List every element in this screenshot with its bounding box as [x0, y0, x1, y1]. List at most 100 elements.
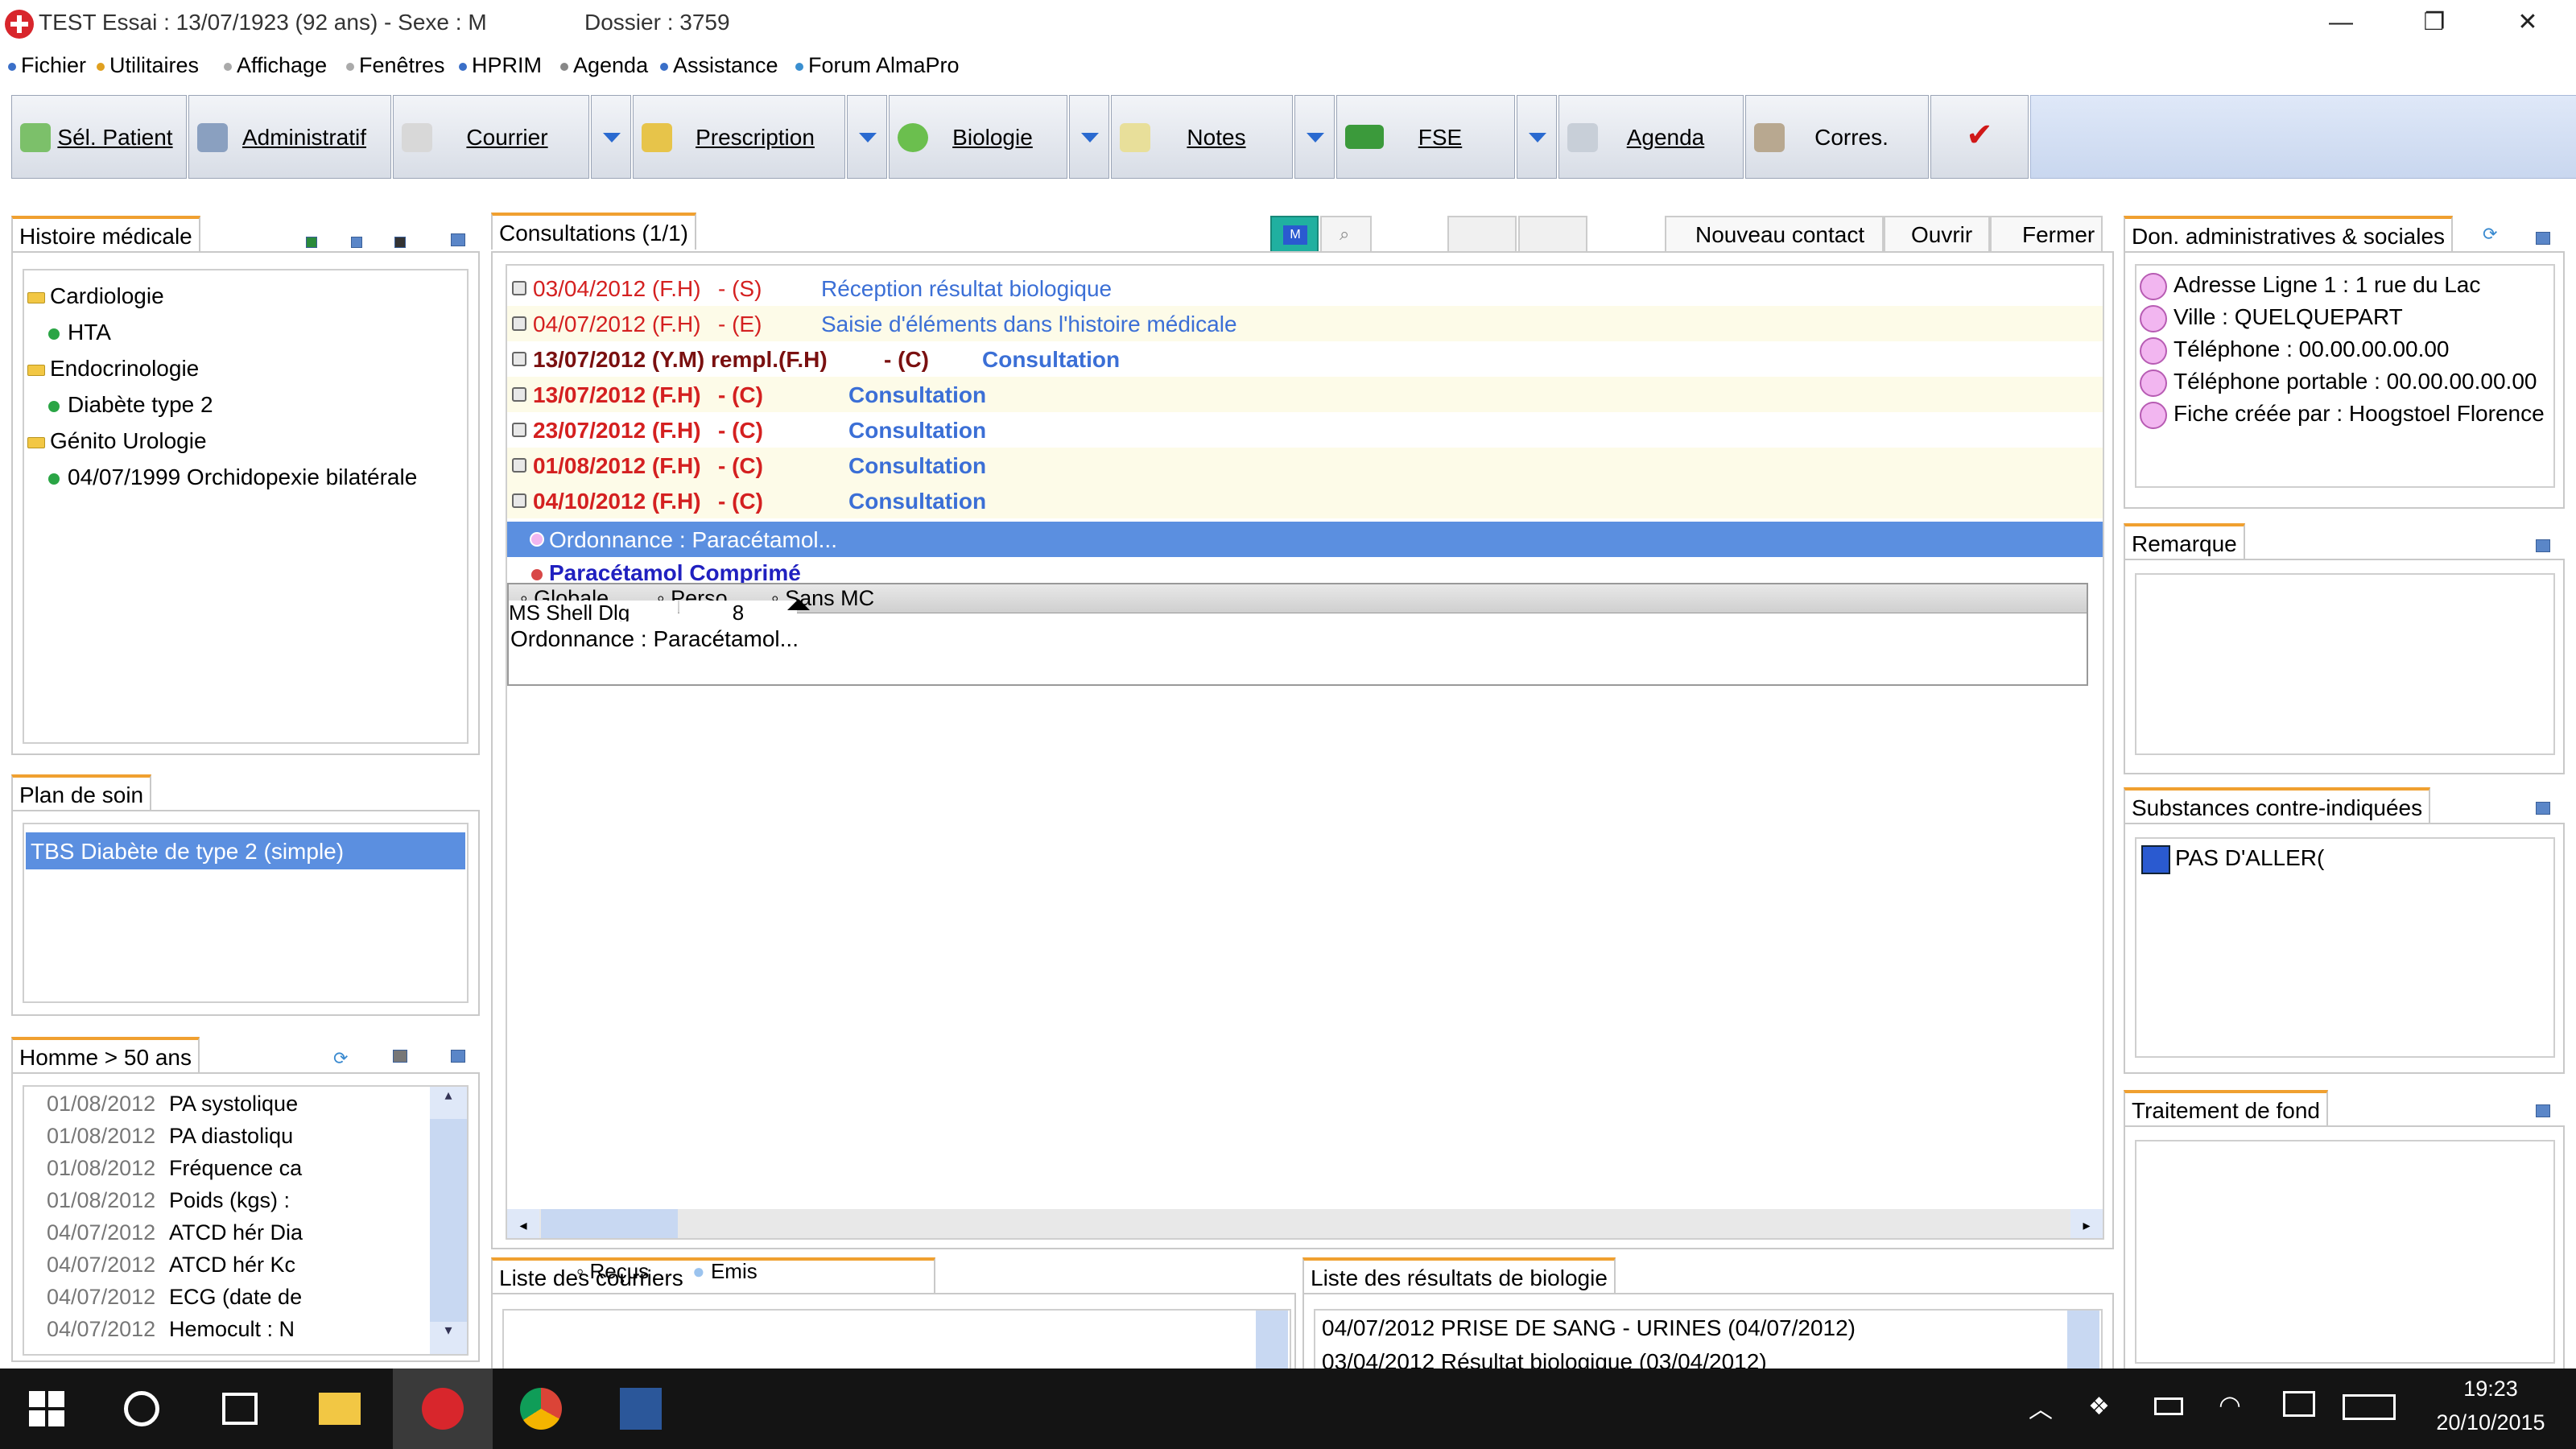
fse-dropdown[interactable]: [1517, 95, 1557, 179]
close-button[interactable]: ✕: [2481, 0, 2574, 47]
list-icon[interactable]: [394, 237, 406, 248]
clock-time[interactable]: 19:23: [2426, 1377, 2555, 1402]
file-explorer-icon[interactable]: [319, 1393, 361, 1425]
fse-button[interactable]: FSE: [1336, 95, 1515, 179]
font-size-field[interactable]: 8: [679, 601, 797, 621]
ouvrir-button[interactable]: Ouvrir: [1884, 216, 1990, 254]
tree-node-cardiologie[interactable]: Cardiologie: [27, 283, 164, 309]
word-icon[interactable]: [620, 1388, 662, 1430]
tab-donnees-administratives[interactable]: Don. administratives & sociales: [2124, 216, 2454, 253]
prev-button[interactable]: [1447, 216, 1517, 254]
paracetamol-item[interactable]: Paracétamol Comprimé: [531, 560, 801, 584]
menu-utilitaires[interactable]: Utilitaires: [97, 53, 199, 78]
table-row[interactable]: 01/08/2012 Fréquence ca: [24, 1151, 467, 1183]
maximize-button[interactable]: ❐: [2388, 0, 2481, 47]
panel-menu-icon[interactable]: [2536, 539, 2550, 552]
panel-menu-icon[interactable]: [451, 233, 465, 246]
menu-hprim[interactable]: HPRIM: [459, 53, 542, 78]
refresh-icon[interactable]: ⟳: [333, 1048, 353, 1068]
task-view-icon[interactable]: [222, 1393, 258, 1425]
table-row[interactable]: 04/07/2012 Hemocult : N: [24, 1312, 467, 1344]
table-row[interactable]: 01/08/2012 Poids (kgs) :: [24, 1183, 467, 1216]
ordonnance-row-selected[interactable]: Ordonnance : Paracétamol...: [507, 522, 2103, 557]
add-icon[interactable]: [306, 237, 317, 248]
tab-plan-de-soin[interactable]: Plan de soin: [11, 774, 152, 811]
administratif-button[interactable]: Administratif: [188, 95, 391, 179]
scroll-down-icon[interactable]: ▾: [430, 1322, 467, 1354]
agenda-button[interactable]: Agenda: [1558, 95, 1744, 179]
tab-remarque[interactable]: Remarque: [2124, 523, 2245, 560]
tree-leaf-hta[interactable]: HTA: [48, 320, 111, 345]
tab-histoire-medicale[interactable]: Histoire médicale: [11, 216, 200, 253]
radio-emis[interactable]: ● Emis: [692, 1259, 758, 1284]
vertical-scrollbar[interactable]: ▴ ▾: [430, 1087, 467, 1354]
dropbox-icon[interactable]: ❖: [2088, 1393, 2110, 1421]
refresh-icon[interactable]: ⟳: [2483, 224, 2502, 244]
next-button[interactable]: [1518, 216, 1587, 254]
m-toggle-button[interactable]: M: [1270, 216, 1319, 254]
chevron-up-icon[interactable]: ︿: [2029, 1389, 2053, 1425]
plan-item-selected[interactable]: TBS Diabète de type 2 (simple): [26, 832, 465, 869]
list-item[interactable]: 04/07/2012 PRISE DE SANG - URINES (04/07…: [1322, 1315, 1856, 1341]
tab-consultations[interactable]: Consultations (1/1): [491, 213, 697, 250]
consultation-row[interactable]: 13/07/2012 (Y.M) rempl.(F.H) - (C) Consu…: [507, 341, 2103, 377]
consultation-row[interactable]: 01/08/2012 (F.H) - (C) Consultation: [507, 448, 2103, 483]
tree-node-endocrinologie[interactable]: Endocrinologie: [27, 356, 199, 382]
radio-recus[interactable]: ◦ Reçus: [576, 1259, 649, 1284]
panel-menu-icon[interactable]: [2536, 802, 2550, 815]
keyboard-icon[interactable]: [2343, 1394, 2396, 1420]
scroll-up-icon[interactable]: ▴: [430, 1087, 467, 1119]
vertical-scrollbar[interactable]: [1256, 1311, 1288, 1372]
clock-date[interactable]: 20/10/2015: [2426, 1410, 2555, 1435]
help-icon[interactable]: [351, 237, 362, 248]
list-item[interactable]: 03/04/2012 Résultat biologique (03/04/20…: [1322, 1349, 1767, 1370]
validate-button[interactable]: ✔: [1930, 95, 2029, 179]
scroll-right-icon[interactable]: ▸: [2070, 1209, 2103, 1238]
tab-homme-50[interactable]: Homme > 50 ans: [11, 1037, 200, 1074]
sel-patient-button[interactable]: Sél. Patient: [11, 95, 187, 179]
biologie-button[interactable]: Biologie: [889, 95, 1067, 179]
notification-icon[interactable]: [2283, 1391, 2315, 1417]
menu-fichier[interactable]: Fichier: [8, 53, 86, 78]
notes-dropdown[interactable]: [1294, 95, 1335, 179]
menu-fenetres[interactable]: Fenêtres: [346, 53, 445, 78]
consultation-row[interactable]: 23/07/2012 (F.H) - (C) Consultation: [507, 412, 2103, 448]
panel-menu-icon[interactable]: [2536, 1104, 2550, 1117]
vertical-scrollbar[interactable]: [2067, 1311, 2099, 1370]
caret-up-icon[interactable]: [787, 599, 810, 610]
wifi-icon[interactable]: ◠: [2219, 1389, 2241, 1420]
consultation-row[interactable]: 03/04/2012 (F.H) - (S) Réception résulta…: [507, 270, 2103, 306]
prescription-dropdown[interactable]: [847, 95, 887, 179]
table-row[interactable]: 01/08/2012 PA diastoliqu: [24, 1119, 467, 1151]
biologie-dropdown[interactable]: [1069, 95, 1109, 179]
tab-liste-biologie[interactable]: Liste des résultats de biologie: [1302, 1257, 1616, 1294]
notes-button[interactable]: Notes: [1111, 95, 1293, 179]
tab-traitement-de-fond[interactable]: Traitement de fond: [2124, 1090, 2328, 1127]
corres-button[interactable]: Corres.: [1745, 95, 1929, 179]
table-row[interactable]: 04/07/2012 ATCD hér Kc: [24, 1248, 467, 1280]
tree-leaf-diabete[interactable]: Diabète type 2: [48, 392, 213, 418]
fermer-button[interactable]: Fermer: [1990, 216, 2103, 254]
scroll-thumb[interactable]: [541, 1209, 678, 1238]
grid-icon[interactable]: [393, 1050, 407, 1063]
almapro-taskbar-item[interactable]: [393, 1368, 493, 1449]
scroll-left-icon[interactable]: ◂: [507, 1209, 539, 1238]
search-button[interactable]: ⌕: [1320, 216, 1372, 254]
tab-substances[interactable]: Substances contre-indiquées: [2124, 787, 2431, 824]
table-row[interactable]: 04/07/2012 ATCD hér Dia: [24, 1216, 467, 1248]
consultation-row[interactable]: 13/07/2012 (F.H) - (C) Consultation: [507, 377, 2103, 412]
search-circle-icon[interactable]: [124, 1391, 159, 1426]
windows-start-icon[interactable]: [27, 1388, 69, 1430]
consultation-row[interactable]: 04/10/2012 (F.H) - (C) Consultation: [507, 483, 2103, 518]
table-row[interactable]: 01/08/2012 PA systolique: [24, 1087, 467, 1119]
editor-content[interactable]: Ordonnance : Paracétamol...: [510, 626, 799, 652]
panel-menu-icon[interactable]: [2536, 232, 2550, 245]
consultation-row[interactable]: 04/07/2012 (F.H) - (E) Saisie d'éléments…: [507, 306, 2103, 341]
courrier-dropdown[interactable]: [591, 95, 631, 179]
chrome-icon[interactable]: [520, 1388, 562, 1430]
menu-forum[interactable]: Forum AlmaPro: [795, 53, 960, 78]
tree-leaf-orchidopexie[interactable]: 04/07/1999 Orchidopexie bilatérale: [48, 464, 417, 490]
tree-node-genito-urologie[interactable]: Génito Urologie: [27, 428, 207, 454]
font-name-field[interactable]: MS Shell Dlg: [509, 601, 678, 621]
remarque-text[interactable]: [2135, 573, 2555, 755]
